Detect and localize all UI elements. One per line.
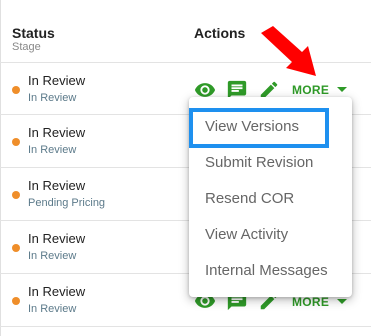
status-text: In Review bbox=[28, 73, 86, 88]
status-dot-icon bbox=[12, 138, 20, 146]
menu-item-submit-revision[interactable]: Submit Revision bbox=[205, 154, 313, 171]
menu-item-resend-cor[interactable]: Resend COR bbox=[205, 190, 294, 207]
column-header-actions: Actions bbox=[194, 25, 246, 41]
menu-item-view-activity[interactable]: View Activity bbox=[205, 226, 288, 243]
status-text: In Review bbox=[28, 231, 86, 246]
stage-text: In Review bbox=[28, 250, 77, 262]
stage-text: In Review bbox=[28, 92, 77, 104]
column-header-status[interactable]: Status bbox=[12, 25, 55, 41]
status-text: In Review bbox=[28, 178, 86, 193]
column-subheader-stage: Stage bbox=[12, 41, 41, 53]
stage-text: In Review bbox=[28, 303, 77, 315]
caret-down-icon bbox=[337, 87, 348, 92]
caret-down-icon bbox=[337, 299, 348, 304]
status-text: In Review bbox=[28, 284, 86, 299]
more-label: MORE bbox=[292, 83, 330, 97]
more-label: MORE bbox=[292, 295, 330, 309]
menu-item-internal-messages[interactable]: Internal Messages bbox=[205, 262, 328, 279]
stage-text: In Review bbox=[28, 144, 77, 156]
status-dot-icon bbox=[12, 297, 20, 305]
status-text: In Review bbox=[28, 125, 86, 140]
stage-text: Pending Pricing bbox=[28, 197, 106, 209]
red-arrow-icon bbox=[261, 26, 316, 76]
more-button[interactable]: MORE bbox=[292, 83, 348, 97]
highlight-box bbox=[189, 108, 329, 148]
status-dot-icon bbox=[12, 86, 20, 94]
status-dot-icon bbox=[12, 244, 20, 252]
status-dot-icon bbox=[12, 191, 20, 199]
more-button[interactable]: MORE bbox=[292, 295, 348, 309]
